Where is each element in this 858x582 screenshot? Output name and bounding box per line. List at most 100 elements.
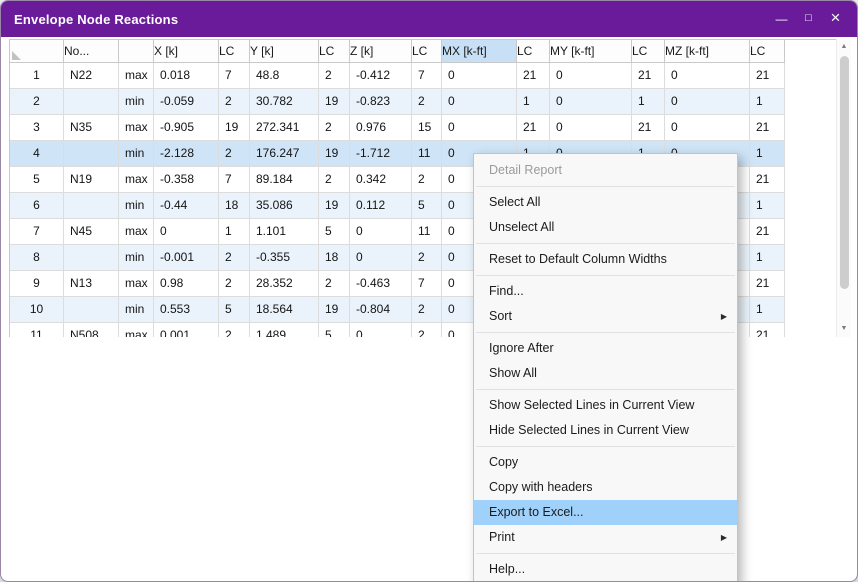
data-cell[interactable]: max (119, 115, 154, 141)
data-cell[interactable]: 1 (750, 245, 785, 271)
data-cell[interactable]: 19 (319, 141, 350, 167)
data-cell[interactable]: 18.564 (250, 297, 319, 323)
data-cell[interactable]: max (119, 271, 154, 297)
data-cell[interactable]: 11 (412, 219, 442, 245)
data-cell[interactable]: 272.341 (250, 115, 319, 141)
row-number-cell[interactable]: 10 (10, 297, 64, 323)
menu-item-print[interactable]: Print▶ (474, 525, 737, 550)
data-cell[interactable]: 0 (665, 63, 750, 89)
menu-item-find[interactable]: Find... (474, 279, 737, 304)
menu-item-ignore-after[interactable]: Ignore After (474, 336, 737, 361)
data-cell[interactable]: 0 (550, 63, 632, 89)
column-header-blank[interactable] (119, 40, 154, 63)
data-cell[interactable]: 21 (750, 271, 785, 297)
data-cell[interactable]: 2 (412, 167, 442, 193)
column-header-lc[interactable]: LC (219, 40, 250, 63)
data-cell[interactable]: 0 (350, 245, 412, 271)
data-cell[interactable]: -0.355 (250, 245, 319, 271)
data-cell[interactable]: 2 (219, 89, 250, 115)
data-cell[interactable]: 0 (550, 115, 632, 141)
data-cell[interactable]: 21 (517, 63, 550, 89)
scrollbar-thumb[interactable] (840, 56, 849, 289)
data-cell[interactable]: 5 (412, 193, 442, 219)
data-cell[interactable]: -0.059 (154, 89, 219, 115)
menu-item-sort[interactable]: Sort▶ (474, 304, 737, 329)
data-cell[interactable]: -0.463 (350, 271, 412, 297)
data-cell[interactable]: -0.44 (154, 193, 219, 219)
data-cell[interactable]: 1.101 (250, 219, 319, 245)
row-number-cell[interactable]: 9 (10, 271, 64, 297)
data-cell[interactable]: min (119, 89, 154, 115)
data-cell[interactable]: 19 (319, 193, 350, 219)
data-cell[interactable]: 19 (219, 115, 250, 141)
menu-item-copy-with-headers[interactable]: Copy with headers (474, 475, 737, 500)
data-cell[interactable]: 7 (412, 271, 442, 297)
data-cell[interactable]: 0 (350, 219, 412, 245)
data-cell[interactable]: min (119, 297, 154, 323)
data-cell[interactable]: 2 (412, 89, 442, 115)
data-cell[interactable]: 7 (412, 63, 442, 89)
close-button[interactable]: × (822, 1, 849, 37)
menu-item-export-to-excel[interactable]: Export to Excel... (474, 500, 737, 525)
row-number-cell[interactable]: 8 (10, 245, 64, 271)
data-cell[interactable]: 21 (750, 167, 785, 193)
row-number-cell[interactable]: 7 (10, 219, 64, 245)
data-cell[interactable]: 0 (665, 89, 750, 115)
data-cell[interactable]: 21 (517, 115, 550, 141)
data-cell[interactable] (64, 245, 119, 271)
column-header-my-k-ft[interactable]: MY [k-ft] (550, 40, 632, 63)
data-cell[interactable]: 1 (750, 193, 785, 219)
data-cell[interactable]: 21 (750, 63, 785, 89)
menu-item-reset-to-default-column-widths[interactable]: Reset to Default Column Widths (474, 247, 737, 272)
data-cell[interactable]: N508 (64, 323, 119, 337)
column-header-lc[interactable]: LC (632, 40, 665, 63)
menu-item-show-selected-lines-in-current-view[interactable]: Show Selected Lines in Current View (474, 393, 737, 418)
data-cell[interactable]: 2 (219, 141, 250, 167)
data-cell[interactable] (64, 89, 119, 115)
data-cell[interactable]: min (119, 245, 154, 271)
data-cell[interactable]: 5 (219, 297, 250, 323)
data-cell[interactable]: 1.489 (250, 323, 319, 337)
data-cell[interactable]: 0 (665, 115, 750, 141)
titlebar[interactable]: Envelope Node Reactions — □ × (1, 1, 857, 37)
menu-item-select-all[interactable]: Select All (474, 190, 737, 215)
data-cell[interactable]: 2 (319, 167, 350, 193)
data-cell[interactable]: 1 (750, 141, 785, 167)
data-cell[interactable]: 21 (750, 323, 785, 337)
data-cell[interactable]: 176.247 (250, 141, 319, 167)
data-cell[interactable]: 0 (154, 219, 219, 245)
row-number-cell[interactable]: 4 (10, 141, 64, 167)
data-cell[interactable]: 0 (350, 323, 412, 337)
data-cell[interactable]: 0 (442, 115, 517, 141)
data-cell[interactable]: 21 (632, 63, 665, 89)
data-cell[interactable]: 0 (442, 89, 517, 115)
data-cell[interactable]: 19 (319, 297, 350, 323)
data-cell[interactable] (64, 297, 119, 323)
table-row[interactable]: 1N22max0.018748.82-0.4127021021021 (10, 63, 836, 89)
data-cell[interactable]: 5 (319, 323, 350, 337)
column-header-y-k[interactable]: Y [k] (250, 40, 319, 63)
column-header-mx-k-ft[interactable]: MX [k-ft] (442, 40, 517, 63)
minimize-button[interactable]: — (768, 1, 795, 37)
data-cell[interactable]: N22 (64, 63, 119, 89)
table-row[interactable]: 2min-0.059230.78219-0.8232010101 (10, 89, 836, 115)
row-number-cell[interactable]: 11 (10, 323, 64, 337)
column-header-lc[interactable]: LC (517, 40, 550, 63)
column-header-lc[interactable]: LC (750, 40, 785, 63)
row-number-cell[interactable]: 3 (10, 115, 64, 141)
data-cell[interactable]: 2 (412, 245, 442, 271)
data-cell[interactable]: 30.782 (250, 89, 319, 115)
data-cell[interactable]: 5 (319, 219, 350, 245)
data-cell[interactable]: 18 (219, 193, 250, 219)
data-cell[interactable]: 7 (219, 167, 250, 193)
vertical-scrollbar[interactable]: ▲ ▼ (836, 39, 851, 337)
data-cell[interactable]: 0.976 (350, 115, 412, 141)
row-number-cell[interactable]: 2 (10, 89, 64, 115)
data-cell[interactable]: 1 (750, 297, 785, 323)
data-cell[interactable]: N19 (64, 167, 119, 193)
table-row[interactable]: 3N35max-0.90519272.34120.97615021021021 (10, 115, 836, 141)
data-cell[interactable]: 0.98 (154, 271, 219, 297)
data-cell[interactable]: max (119, 63, 154, 89)
data-cell[interactable]: N35 (64, 115, 119, 141)
menu-item-unselect-all[interactable]: Unselect All (474, 215, 737, 240)
